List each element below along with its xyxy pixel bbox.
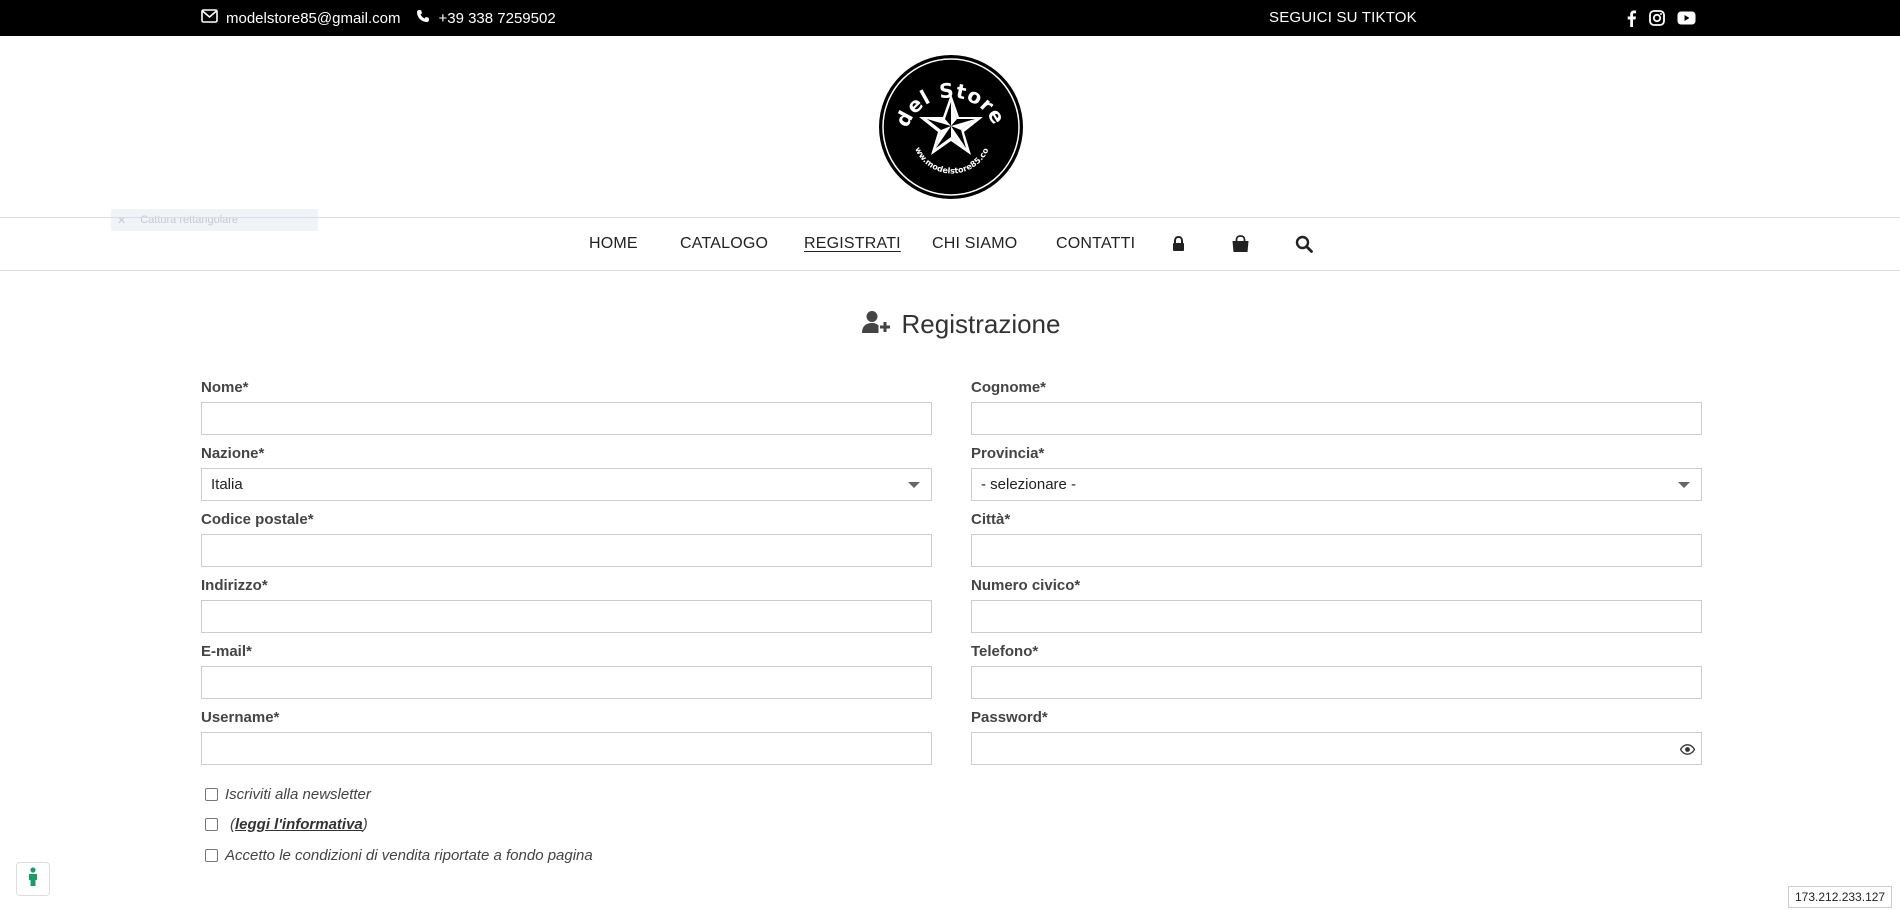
youtube-icon[interactable] [1677,11,1696,25]
nav-item-label: CONTATTI [1056,235,1136,252]
newsletter-checkbox[interactable] [205,788,218,801]
field-indirizzo: Indirizzo* [201,575,932,633]
lock-icon[interactable] [1172,218,1185,270]
numero-civico-input[interactable] [971,600,1702,633]
facebook-icon[interactable] [1626,10,1637,27]
email-text: modelstore85@gmail.com [226,9,401,27]
field-label: Cognome* [971,379,1046,396]
privacy-checkbox[interactable] [205,818,218,831]
tiktok-link[interactable]: SEGUICI SU TIKTOK [1269,0,1417,36]
eye-icon[interactable] [1679,742,1696,760]
chevron-down-icon [908,482,920,488]
field-label: Città* [971,511,1011,528]
password-input[interactable] [971,732,1702,765]
field-label: Nazione* [201,445,265,462]
nav-item-label: REGISTRATI [804,235,901,252]
phone-text: +39 338 7259502 [438,9,556,27]
contact-info: modelstore85@gmail.com +39 338 7259502 [201,0,572,36]
nav-item-label: CATALOGO [680,235,769,252]
field-password: Password* [971,707,1702,765]
telefono-input[interactable] [971,666,1702,699]
instagram-icon[interactable] [1649,10,1665,26]
conditions-label: Accetto le condizioni di vendita riporta… [225,847,593,864]
field-cognome: Cognome* [971,377,1702,435]
field-email: E-mail* [201,641,932,699]
field-label: Username* [201,709,280,726]
provincia-select[interactable]: - selezionare - [971,468,1702,501]
social-links [1626,0,1696,36]
ip-address-badge: 173.212.233.127 [1788,886,1893,908]
field-label: E-mail* [201,643,252,660]
privacy-link[interactable]: leggi l'informativa [235,816,363,833]
site-header: ✕ Cattura rettangolare Model Store 85 ww… [0,35,1900,231]
field-label: Numero civico* [971,577,1081,594]
user-plus-icon [861,310,890,339]
phone-icon [416,9,438,27]
field-nazione: Nazione* Italia [201,443,932,501]
field-username: Username* [201,707,932,765]
citta-input[interactable] [971,534,1702,567]
newsletter-option: Iscriviti alla newsletter [205,786,371,803]
page-title: Registrazione [901,308,1061,339]
conditions-checkbox[interactable] [205,849,218,862]
select-value: Italia [211,476,243,493]
top-bar: modelstore85@gmail.com +39 338 7259502 S… [0,0,1900,36]
privacy-option: (leggi l'informativa) [205,816,368,833]
envelope-icon [201,9,226,27]
page-title-bar: Registrazione [0,304,1900,344]
phone-contact[interactable]: +39 338 7259502 [416,9,556,27]
field-codice-postale: Codice postale* [201,509,932,567]
username-input[interactable] [201,732,932,765]
nav-item-home[interactable]: HOME [589,218,638,270]
chevron-down-icon [1678,482,1690,488]
main-nav: HOME CATALOGO REGISTRATI CHI SIAMO CONTA… [0,217,1900,271]
nav-item-label: HOME [589,235,638,252]
field-citta: Città* [971,509,1702,567]
field-label: Password* [971,709,1048,726]
field-label: Nome* [201,379,249,396]
nav-item-catalogo[interactable]: CATALOGO [680,218,768,270]
cookie-person-icon [27,866,39,892]
nav-item-chi-siamo[interactable]: CHI SIAMO [932,218,1017,270]
codice-postale-input[interactable] [201,534,932,567]
privacy-paren-close: ) [362,816,368,833]
field-label: Telefono* [971,643,1039,660]
nav-item-label: CHI SIAMO [932,235,1018,252]
nav-item-registrati[interactable]: REGISTRATI [804,218,901,270]
nazione-select[interactable]: Italia [201,468,932,501]
field-nome: Nome* [201,377,932,435]
field-provincia: Provincia* - selezionare - [971,443,1702,501]
nome-input[interactable] [201,402,932,435]
cookie-settings-button[interactable] [16,862,50,896]
nav-item-contatti[interactable]: CONTATTI [1056,218,1135,270]
email-input[interactable] [201,666,932,699]
field-telefono: Telefono* [971,641,1702,699]
conditions-option: Accetto le condizioni di vendita riporta… [205,847,593,864]
indirizzo-input[interactable] [201,600,932,633]
email-contact[interactable]: modelstore85@gmail.com [201,9,400,27]
newsletter-label: Iscriviti alla newsletter [225,786,371,803]
field-label: Codice postale* [201,511,314,528]
field-numero-civico: Numero civico* [971,575,1702,633]
cognome-input[interactable] [971,402,1702,435]
field-label: Provincia* [971,445,1045,462]
shopping-bag-icon[interactable] [1231,218,1250,270]
field-label: Indirizzo* [201,577,268,594]
search-icon[interactable] [1295,218,1313,270]
select-value: - selezionare - [981,476,1077,493]
site-logo[interactable]: Model Store 85 www.modelstore85.com [868,35,1024,200]
